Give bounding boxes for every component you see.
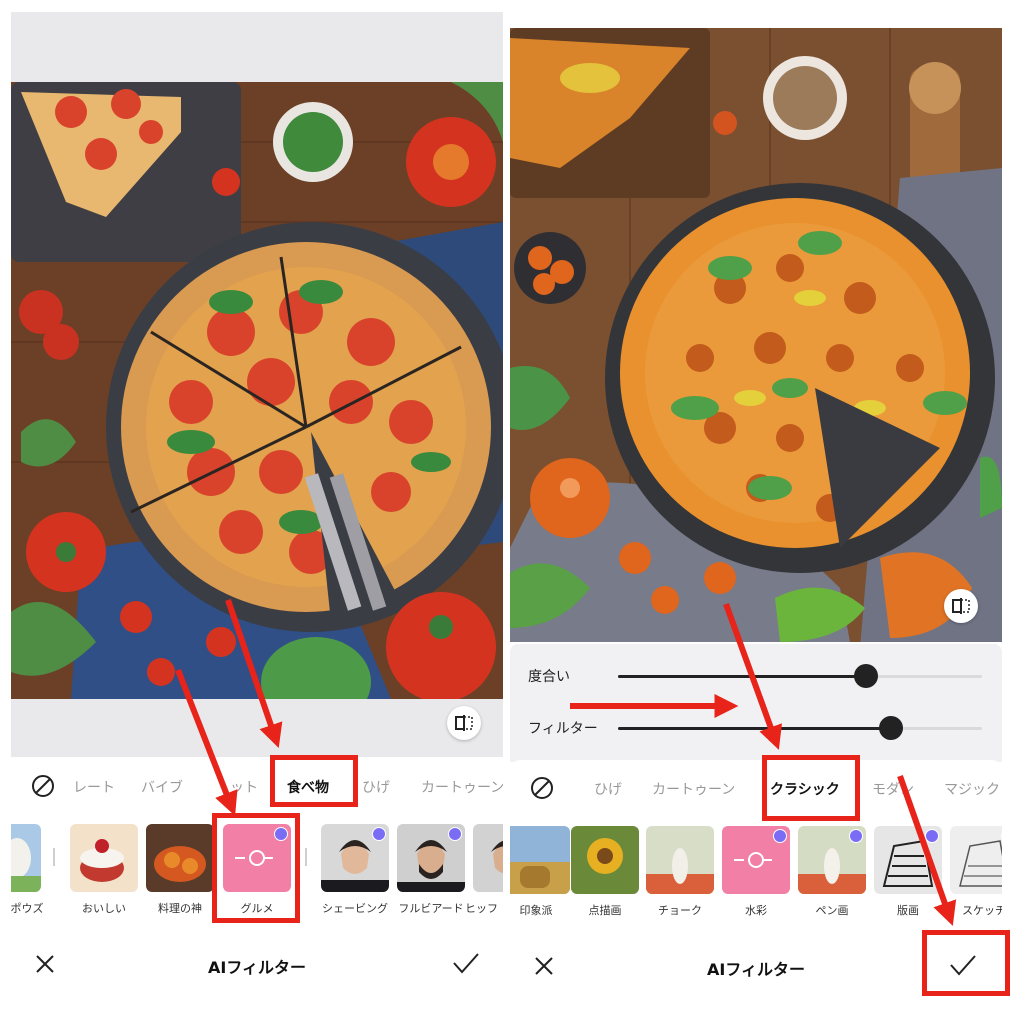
tab-beard[interactable]: ひげ (594, 779, 622, 799)
badge-icon (925, 829, 939, 843)
intensity-knob[interactable] (853, 664, 878, 688)
screen-title: AIフィルター (207, 958, 307, 977)
compare-button[interactable] (447, 706, 481, 740)
filter-label: ポウズ (11, 902, 44, 915)
badge-icon (448, 827, 462, 841)
filter-thumb-pointillism[interactable] (571, 826, 639, 894)
filter-thumb-pen-drawing[interactable] (798, 826, 866, 894)
pizza-photo (510, 28, 1002, 642)
filter-thumb-hip[interactable] (473, 824, 503, 892)
filter-label: フルビアード (398, 902, 464, 915)
filter-label: チョーク (658, 904, 702, 917)
filter-thumb-cooking-god[interactable] (146, 824, 214, 892)
filter-label: ヒッフ (465, 902, 498, 915)
filter-thumbnails: 印象派 点描画 チョーク 水彩 ペン画 版画 スケッチ (510, 822, 1002, 932)
tab-rate[interactable]: レート (73, 777, 115, 797)
separator (305, 848, 307, 866)
pizza-photo (11, 82, 503, 699)
filter-adjust-panel: 度合い フィルター (510, 644, 1002, 762)
filter-label: スケッチ (962, 904, 1002, 917)
filter-strength-label: フィルター (528, 721, 598, 737)
filter-label: 点描画 (588, 904, 622, 917)
intensity-slider[interactable] (618, 664, 982, 688)
highlight-box-classic-tab (762, 755, 860, 821)
filter-thumb-impressionism[interactable] (510, 826, 570, 894)
filter-label: おいしい (82, 902, 126, 915)
bottom-bar: AIフィルター (11, 934, 503, 994)
badge-icon (773, 829, 787, 843)
filter-strength-knob[interactable] (879, 716, 903, 740)
filter-label: ペン画 (815, 904, 849, 917)
badge-icon (372, 827, 386, 841)
tab-set[interactable]: ット (230, 777, 258, 797)
intensity-fill (618, 675, 866, 678)
filter-thumb-watercolor[interactable] (722, 826, 790, 894)
tab-vibe[interactable]: バイブ (141, 777, 183, 797)
tab-magic[interactable]: マジック (944, 779, 1000, 799)
highlight-box-food-tab (270, 755, 358, 807)
tab-cartoon[interactable]: カートゥーン (652, 779, 735, 799)
compare-icon (455, 715, 473, 731)
check-icon[interactable] (451, 950, 481, 976)
highlight-box-confirm (922, 930, 1010, 996)
separator (53, 848, 55, 866)
compare-button[interactable] (944, 589, 978, 623)
category-tabs: ひげ カートゥーン クラシック モダン マジック (510, 760, 1002, 818)
filter-thumb-woodcut[interactable] (874, 826, 942, 894)
filter-thumb-shaving[interactable] (321, 824, 389, 892)
filter-strength-slider[interactable] (618, 716, 982, 740)
filter-thumb-delicious[interactable] (70, 824, 138, 892)
no-filter-icon[interactable] (31, 774, 55, 798)
filter-label: シェービング (322, 902, 388, 915)
filter-thumb-sketch[interactable] (950, 826, 1002, 894)
preview-area (11, 12, 503, 757)
compare-icon (952, 598, 970, 614)
badge-icon (849, 829, 863, 843)
filter-label: 料理の神 (158, 902, 202, 915)
crosshair-icon (734, 852, 764, 868)
no-filter-icon[interactable] (530, 776, 554, 800)
intensity-slider-row: 度合い (528, 664, 982, 688)
filter-label: 水彩 (745, 904, 767, 917)
filter-label: 版画 (897, 904, 919, 917)
filter-thumb-full-beard[interactable] (397, 824, 465, 892)
preview-area (510, 12, 1002, 642)
filter-thumb-pose[interactable] (11, 824, 41, 892)
filter-strength-fill (618, 727, 891, 730)
intensity-label: 度合い (528, 669, 570, 685)
tab-cartoon[interactable]: カートゥーン (421, 777, 503, 797)
highlight-box-gourmet-filter (212, 813, 300, 923)
category-tabs: レート バイブ ット 食べ物 ひげ カートゥーン (11, 758, 503, 816)
tab-modern[interactable]: モダン (872, 779, 914, 799)
filter-slider-row: フィルター (528, 716, 982, 740)
tab-beard[interactable]: ひげ (362, 777, 390, 797)
right-screen: 度合い フィルター ひげ カートゥーン クラシック モダン マジック 印象派 点… (510, 12, 1002, 1012)
filter-thumb-chalk[interactable] (646, 826, 714, 894)
